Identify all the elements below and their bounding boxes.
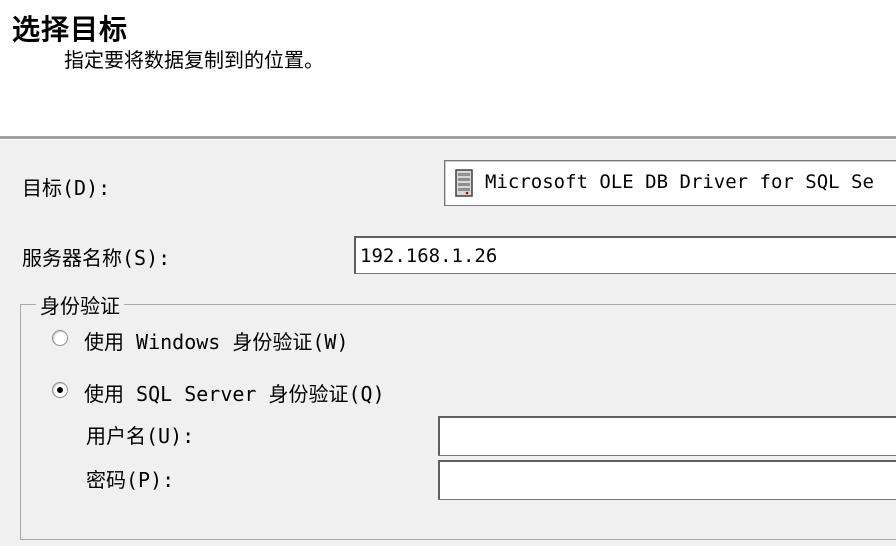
page-subtitle: 指定要将数据复制到的位置。 [64, 48, 324, 72]
authentication-group-title: 身份验证 [36, 290, 124, 319]
server-name-label: 服务器名称(S): [22, 246, 171, 270]
password-input[interactable] [440, 462, 896, 499]
header-separator [0, 136, 896, 140]
radio-selected-dot [57, 387, 63, 393]
username-field[interactable] [438, 416, 896, 456]
username-input[interactable] [440, 418, 896, 455]
page-title: 选择目标 [12, 13, 129, 46]
server-name-input[interactable] [356, 238, 896, 273]
sql-auth-label[interactable]: 使用 SQL Server 身份验证(Q) [84, 378, 385, 407]
password-label: 密码(P): [86, 468, 175, 492]
destination-combobox[interactable]: Microsoft OLE DB Driver for SQL Se [444, 160, 896, 206]
username-label: 用户名(U): [86, 424, 195, 448]
windows-auth-radio[interactable] [52, 330, 68, 346]
database-icon [455, 169, 473, 197]
windows-auth-label[interactable]: 使用 Windows 身份验证(W) [84, 326, 349, 355]
destination-label: 目标(D): [22, 176, 111, 200]
destination-value: Microsoft OLE DB Driver for SQL Se [485, 171, 874, 193]
password-field[interactable] [438, 460, 896, 500]
server-name-field[interactable] [354, 236, 896, 274]
sql-auth-radio[interactable] [52, 382, 68, 398]
header-panel: 选择目标 指定要将数据复制到的位置。 [0, 0, 896, 136]
